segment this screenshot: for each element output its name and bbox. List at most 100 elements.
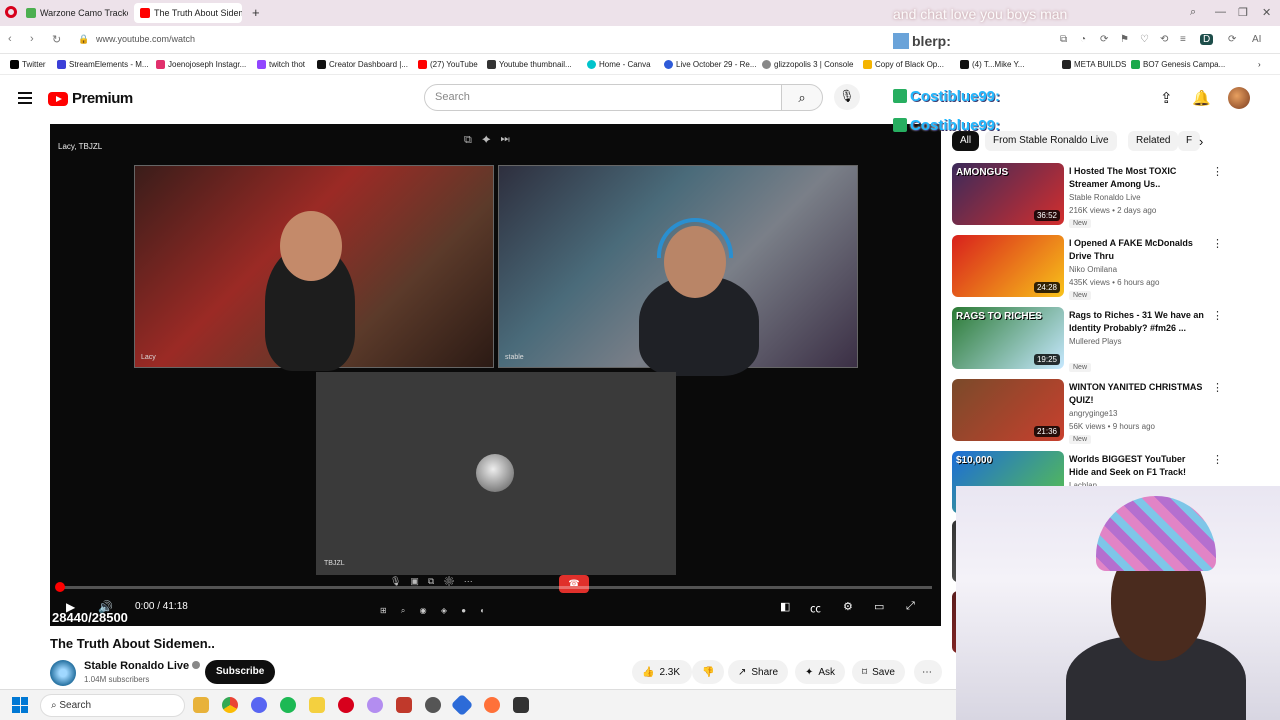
new-tab-button[interactable]: + [252,5,260,20]
search-input[interactable]: Search [424,84,782,111]
bookmark-creator-dashboard[interactable]: Creator Dashboard |... [317,60,408,69]
tab-warzone-camo-tracker[interactable]: Warzone Camo Tracker - | [20,3,128,23]
extension-icon[interactable]: ⟲ [1160,34,1168,45]
notifications-bell-icon[interactable]: 🔔 [1192,89,1211,107]
close-window-icon[interactable]: ✕ [1262,6,1271,19]
recommended-video[interactable]: 21:36 WINTON YANITED CHRISTMAS QUIZ! ang… [952,379,1223,445]
extension-icon[interactable]: ⟳ [1228,34,1236,45]
bookmark-twitter[interactable]: Twitter [10,60,46,69]
tab-youtube-video[interactable]: The Truth About Sidemen [134,3,242,23]
settings-gear-icon[interactable]: ⚙ [843,600,853,613]
streaming-app-icon[interactable] [450,693,474,717]
file-explorer-icon[interactable] [193,697,209,713]
ai-icon[interactable]: AI [1252,34,1261,45]
minimize-icon[interactable]: — [1215,6,1226,18]
extension-icon[interactable]: ⟳ [1100,34,1108,45]
taskbar-search-box[interactable]: ⌕ Search [40,694,185,717]
more-options-icon[interactable]: ⋮ [1212,309,1223,322]
share-button[interactable]: ↗ Share [728,660,789,684]
chrome-icon[interactable] [222,697,238,713]
more-options-icon[interactable]: ⋮ [1212,453,1223,466]
bookmark-black-ops[interactable]: Copy of Black Op... [863,60,944,69]
reload-icon[interactable]: ↻ [52,33,61,46]
video-thumbnail[interactable]: 24:28 [952,235,1064,297]
recommended-video-title[interactable]: Rags to Riches - 31 We have an Identity … [1069,309,1207,335]
video-thumbnail[interactable]: 21:36 [952,379,1064,441]
bookmark-youtube[interactable]: (27) YouTube [418,60,478,69]
menu-icon[interactable]: ≡ [1180,34,1186,45]
recommended-video[interactable]: 24:28 I Opened A FAKE McDonalds Drive Th… [952,235,1223,301]
bookmark-mike[interactable]: (4) T...Mike Y... [960,60,1024,69]
like-button[interactable]: 👍 2.3K [632,660,692,684]
channel-avatar[interactable] [50,660,76,686]
extension-icon[interactable]: ⚑ [1120,34,1129,45]
recommended-channel-name[interactable]: Mullered Plays [1069,337,1121,346]
more-actions-button[interactable]: ⋯ [914,660,942,684]
opera-logo-icon[interactable] [5,6,17,18]
chip-from-channel[interactable]: From Stable Ronaldo Live [985,131,1117,151]
progress-bar[interactable] [58,586,932,589]
bookmark-instagram[interactable]: Joenojoseph Instagr... [156,60,246,69]
sticky-notes-icon[interactable] [309,697,325,713]
search-tabs-icon[interactable]: ⌕ [1190,6,1196,19]
recommended-channel-name[interactable]: Stable Ronaldo Live [1069,193,1141,202]
guide-menu-icon[interactable] [18,92,32,104]
video-thumbnail[interactable]: RAGS TO RICHES 19:25 [952,307,1064,369]
app-icon[interactable] [513,697,529,713]
miniplayer-icon[interactable]: ▭ [874,600,884,613]
chip-all[interactable]: All [952,131,980,151]
heart-icon[interactable]: ♡ [1140,34,1149,45]
more-options-icon[interactable]: ⋮ [1212,381,1223,394]
restore-icon[interactable]: ❐ [1238,6,1248,19]
save-button[interactable]: ⌑ Save [852,660,905,684]
bookmark-live-october[interactable]: Live October 29 - Re... [664,60,756,69]
bookmark-youtube-thumbnail[interactable]: Youtube thumbnail... [487,60,572,69]
music-app-icon[interactable] [367,697,383,713]
autoplay-toggle-icon[interactable]: ◧ [780,600,790,613]
recommended-video-title[interactable]: I Hosted The Most TOXIC Streamer Among U… [1069,165,1207,191]
captions-icon[interactable]: ㏄ [810,600,821,616]
recommended-video-title[interactable]: Worlds BIGGEST YouTuber Hide and Seek on… [1069,453,1207,479]
bookmark-canva[interactable]: Home - Canva [587,60,651,69]
fullscreen-icon[interactable]: ⤢ [906,600,915,613]
spotify-icon[interactable] [280,697,296,713]
more-options-icon[interactable]: ⋮ [1212,165,1223,178]
discord-icon[interactable] [251,697,267,713]
bookmark-meta-builds[interactable]: META BUILDS [1062,60,1126,69]
dislike-button[interactable]: 👎 [692,660,724,684]
url-field[interactable]: www.youtube.com/watch [96,34,195,44]
windows-start-icon[interactable] [12,697,28,713]
recommended-video[interactable]: AMONGUS 36:52 I Hosted The Most TOXIC St… [952,163,1223,229]
channel-name-link[interactable]: Stable Ronaldo Live [84,660,201,672]
subscribe-button[interactable]: Subscribe [205,660,276,684]
chips-next-icon[interactable]: › [1199,134,1203,149]
chip-more[interactable]: F [1178,131,1201,151]
bookmark-glizzopolis[interactable]: glizzopolis 3 | Console [762,60,853,69]
obs-icon[interactable] [425,697,441,713]
opera-gx-icon[interactable] [338,697,354,713]
more-options-icon[interactable]: ⋮ [1212,237,1223,250]
account-avatar[interactable] [1228,87,1250,109]
recommended-video[interactable]: RAGS TO RICHES 19:25 Rags to Riches - 31… [952,307,1223,373]
chip-related[interactable]: Related [1128,131,1179,151]
youtube-premium-logo[interactable]: Premium [48,90,133,107]
bookmark-streamelements[interactable]: StreamElements - M... [57,60,149,69]
search-button[interactable]: ⌕ [781,84,823,111]
ask-button[interactable]: ✦ Ask [795,660,846,684]
bookmark-twitch[interactable]: twitch thot [257,60,305,69]
recommended-video-title[interactable]: I Opened A FAKE McDonalds Drive Thru [1069,237,1207,263]
forward-icon[interactable]: › [30,33,34,45]
voice-search-button[interactable]: 🎙 [834,84,860,110]
more-bookmarks-icon[interactable]: › [1258,60,1261,69]
game-app-icon[interactable] [396,697,412,713]
scrubber-handle[interactable] [55,582,65,592]
firefox-icon[interactable] [484,697,500,713]
extension-icon[interactable]: D [1200,34,1214,45]
video-thumbnail[interactable]: AMONGUS 36:52 [952,163,1064,225]
extension-icon[interactable]: ◔ [1080,34,1086,45]
back-icon[interactable]: ‹ [8,33,12,45]
bookmark-bo7-genesis[interactable]: BO7 Genesis Campa... [1131,60,1225,69]
upload-icon[interactable]: ⇪ [1160,89,1173,107]
video-player[interactable]: Lacy, TBJZL ⧉✦⏭ Lacy stable TBJZL 🎙▣⧉⚙⋯ … [50,124,941,626]
recommended-video-title[interactable]: WINTON YANITED CHRISTMAS QUIZ! [1069,381,1207,407]
